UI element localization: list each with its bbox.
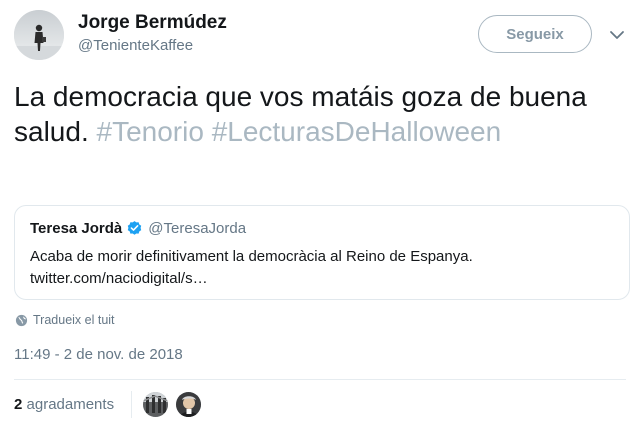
- quoted-author-name: Teresa Jordà: [30, 220, 123, 237]
- quoted-tweet-text: Acaba de morir definitivament la democrà…: [30, 246, 620, 290]
- avatar-photo-icon: [143, 392, 168, 417]
- quoted-tweet-header: Teresa Jordà @TeresaJorda: [30, 220, 246, 237]
- quoted-tweet-link[interactable]: twitter.com/naciodigital/s…: [30, 268, 620, 290]
- likes-count[interactable]: 2 agradaments: [14, 396, 114, 413]
- translate-tweet-link[interactable]: Tradueix el tuit: [15, 313, 115, 327]
- avatar-photo-icon: [14, 10, 64, 60]
- divider: [131, 391, 132, 418]
- follow-button[interactable]: Segueix: [478, 15, 592, 53]
- author-name[interactable]: Jorge Bermúdez: [78, 12, 227, 34]
- author-avatar[interactable]: [14, 10, 64, 60]
- divider: [14, 379, 626, 380]
- quoted-tweet-card[interactable]: Teresa Jordà @TeresaJorda Acaba de morir…: [14, 205, 630, 300]
- likes-label: agradaments: [26, 396, 115, 413]
- translate-label: Tradueix el tuit: [33, 313, 115, 327]
- liker-avatar[interactable]: [176, 392, 201, 417]
- liker-avatar[interactable]: [143, 392, 168, 417]
- avatar-photo-icon: [176, 392, 201, 417]
- chevron-down-icon[interactable]: [608, 26, 626, 44]
- quoted-tweet-body: Acaba de morir definitivament la democrà…: [30, 248, 473, 265]
- author-handle[interactable]: @TenienteKaffee: [78, 37, 193, 54]
- tweet-text: La democracia que vos matáis goza de bue…: [14, 79, 614, 149]
- verified-badge-icon: [128, 221, 142, 235]
- tweet-timestamp[interactable]: 11:49 - 2 de nov. de 2018: [14, 346, 183, 363]
- globe-icon: [15, 314, 28, 326]
- likes-number: 2: [14, 396, 23, 413]
- hashtag-link[interactable]: #LecturasDeHalloween: [212, 116, 502, 147]
- quoted-author-handle: @TeresaJorda: [148, 220, 247, 237]
- hashtag-link[interactable]: #Tenorio: [97, 116, 204, 147]
